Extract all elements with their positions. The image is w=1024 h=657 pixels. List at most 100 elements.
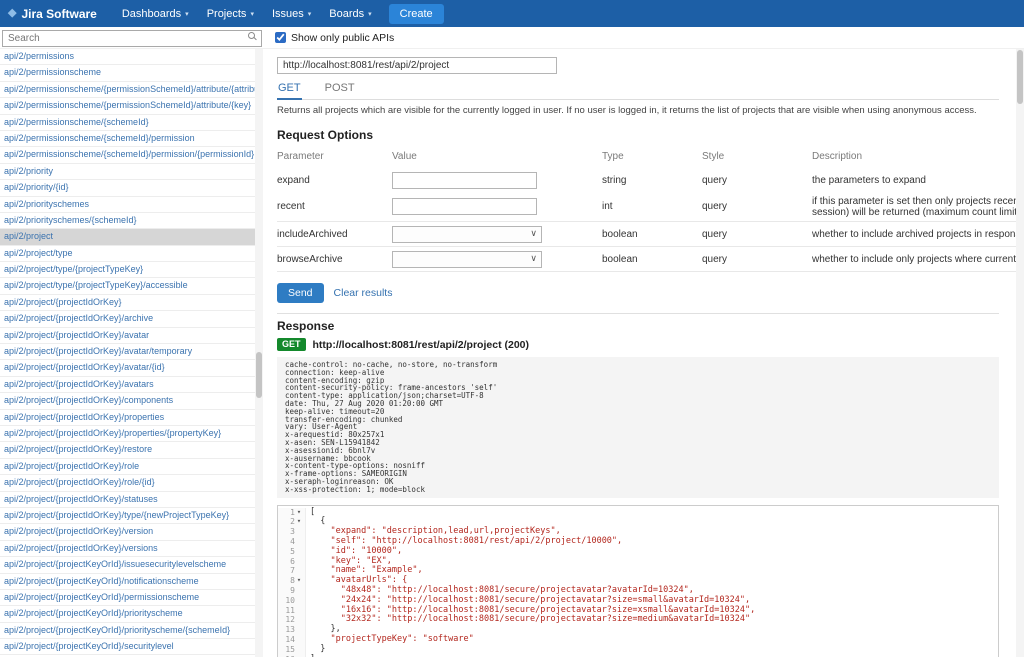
send-row: Send Clear results [277, 283, 1016, 303]
sidebar-scrollbar[interactable] [255, 49, 263, 657]
sidebar-item[interactable]: api/2/project/{projectIdOrKey}/versions [0, 541, 255, 558]
sidebar-item[interactable]: api/2/permissionscheme/{permissionScheme… [0, 82, 255, 99]
sidebar-item[interactable]: api/2/project/type [0, 246, 255, 263]
sidebar-item[interactable]: api/2/priorityschemes/{schemeId} [0, 213, 255, 230]
response-section: Response GET http://localhost:8081/rest/… [277, 313, 999, 657]
sidebar-item[interactable]: api/2/project/{projectIdOrKey}/archive [0, 311, 255, 328]
public-apis-toggle: Show only public APIs [275, 32, 394, 44]
search-input[interactable] [2, 30, 262, 47]
sidebar-item[interactable]: api/2/permissions [0, 49, 255, 66]
fold-toggle-icon[interactable]: ▾ [295, 508, 303, 518]
response-title: Response [277, 319, 335, 333]
response-body: 1 ▾[2 ▾ {3 "expand": "description,lead,url… [277, 504, 999, 657]
line-number-gutter: 13 [278, 625, 306, 635]
jira-logo[interactable]: ◆ Jira Software [8, 7, 97, 21]
page-scrollbar-thumb[interactable] [1017, 50, 1023, 104]
param-row: includeArchived ∨ boolean query whether to i… [277, 222, 1016, 247]
param-value-select[interactable] [392, 250, 542, 268]
sidebar-item[interactable]: api/2/project/type/{projectTypeKey}/acce… [0, 278, 255, 295]
sidebar-item[interactable]: api/2/project/{projectIdOrKey}/avatar/te… [0, 344, 255, 361]
line-number: 7 [290, 566, 295, 576]
sidebar-list: api/2/permissions api/2/permissionscheme a… [0, 49, 255, 657]
json-code-text: "projectTypeKey": "software" [310, 633, 474, 644]
send-button[interactable]: Send [277, 283, 324, 303]
sidebar-item[interactable]: api/2/project/{projectKeyOrId}/securityl… [0, 639, 255, 656]
line-number: 9 [290, 585, 295, 595]
sidebar-item[interactable]: api/2/project/{projectIdOrKey}/avatars [0, 377, 255, 394]
sidebar-item[interactable]: api/2/project/{projectKeyOrId}/prioritys… [0, 623, 255, 640]
tab-post[interactable]: POST [324, 82, 356, 99]
json-code-text: "32x32": "http://localhost:8081/secure/p… [310, 614, 751, 625]
sidebar-item[interactable]: api/2/project/{projectIdOrKey}/role [0, 459, 255, 476]
sidebar-item[interactable]: api/2/permissionscheme/{schemeId}/permis… [0, 131, 255, 148]
column-header: Style [702, 151, 725, 162]
param-style: query [702, 228, 728, 240]
nav-menu-boards[interactable]: Boards ▾ [320, 0, 380, 27]
line-number-gutter: 11 [278, 605, 306, 616]
param-value-input[interactable] [392, 171, 537, 189]
column-header: Value [392, 151, 417, 162]
sidebar-item[interactable]: api/2/permissionscheme [0, 65, 255, 82]
line-number-gutter: 15 [278, 644, 306, 655]
method-tabs: GET POST [277, 82, 999, 100]
fold-toggle-icon[interactable]: ▾ [295, 576, 303, 586]
tab-get[interactable]: GET [277, 82, 302, 100]
sidebar-item[interactable]: api/2/permissionscheme/{permissionScheme… [0, 98, 255, 115]
fold-toggle-icon[interactable]: ▾ [295, 517, 303, 527]
create-button[interactable]: Create [388, 3, 444, 24]
param-row: browseArchive ∨ boolean query whether to inc… [277, 247, 1016, 272]
endpoint-description: Returns all projects which are visible f… [277, 106, 977, 116]
param-value-input[interactable] [392, 198, 537, 215]
sidebar-item[interactable]: api/2/project/type/{projectTypeKey} [0, 262, 255, 279]
sidebar-item[interactable]: api/2/project [0, 229, 255, 246]
param-value-select[interactable] [392, 225, 542, 243]
sidebar-item[interactable]: api/2/project/{projectIdOrKey}/propertie… [0, 426, 255, 443]
response-status: GET http://localhost:8081/rest/api/2/pro… [277, 338, 999, 351]
nav-menu-projects[interactable]: Projects ▾ [198, 0, 263, 27]
page-scrollbar[interactable] [1016, 49, 1024, 657]
param-value-cell: ∨ [392, 250, 602, 268]
response-header-line: x-asen: SEN-L15941842 [285, 437, 380, 447]
line-number-gutter: 3 [278, 527, 306, 537]
sidebar-item[interactable]: api/2/priority [0, 164, 255, 181]
param-name: includeArchived [277, 228, 348, 240]
sidebar-item[interactable]: api/2/permissionscheme/{schemeId}/permis… [0, 147, 255, 164]
clear-results-link[interactable]: Clear results [334, 287, 393, 299]
chevron-down-icon: ▾ [250, 10, 254, 18]
sidebar-item[interactable]: api/2/project/{projectIdOrKey} [0, 295, 255, 312]
response-header-line: x-xss-protection: 1; mode=block [285, 484, 425, 494]
top-navbar: ◆ Jira Software Dashboards ▾ Projects ▾ Issu… [0, 0, 1024, 27]
sidebar-item[interactable]: api/2/project/{projectKeyOrId}/notificat… [0, 574, 255, 590]
sidebar-scrollbar-thumb[interactable] [256, 352, 262, 398]
param-style: query [702, 201, 728, 212]
sidebar-item[interactable]: api/2/project/{projectKeyOrId}/issuesecu… [0, 557, 255, 574]
sidebar-item[interactable]: api/2/project/{projectIdOrKey}/statuses [0, 492, 255, 508]
body-row: api/2/permissions api/2/permissionscheme a… [0, 49, 1024, 657]
sidebar-item[interactable]: api/2/project/{projectIdOrKey}/avatar/{i… [0, 360, 255, 377]
sidebar-item[interactable]: api/2/project/{projectIdOrKey}/component… [0, 393, 255, 410]
sidebar-item[interactable]: api/2/project/{projectKeyOrId}/prioritys… [0, 606, 255, 623]
param-description: the parameters to expand [812, 174, 926, 186]
public-apis-checkbox[interactable] [275, 32, 286, 43]
sidebar-item[interactable]: api/2/project/{projectIdOrKey}/restore [0, 442, 255, 459]
line-number-gutter: 2 ▾ [278, 517, 306, 528]
response-header-line: cache-control: no-cache, no-store, no-tr… [285, 360, 498, 369]
nav-menu-issues[interactable]: Issues ▾ [263, 0, 320, 27]
sidebar-item[interactable]: api/2/project/{projectIdOrKey}/version [0, 524, 255, 541]
sidebar-item[interactable]: api/2/project/{projectKeyOrId}/permissio… [0, 590, 255, 607]
response-headers: cache-control: no-cache, no-store, no-tr… [277, 357, 999, 498]
param-value-select-wrap: ∨ [392, 225, 542, 243]
sidebar-item[interactable]: api/2/project/{projectIdOrKey}/type/{new… [0, 508, 255, 525]
sidebar-item[interactable]: api/2/project/{projectIdOrKey}/propertie… [0, 410, 255, 426]
param-row: expand string query the parameters to expan… [277, 168, 1016, 192]
sidebar-item[interactable]: api/2/permissionscheme/{schemeId} [0, 115, 255, 131]
navbar-menus: Dashboards ▾ Projects ▾ Issues ▾ Boards ▾ [113, 0, 381, 27]
line-number: 5 [290, 546, 295, 556]
sidebar-item[interactable]: api/2/project/{projectIdOrKey}/role/{id} [0, 475, 255, 492]
sidebar-item[interactable]: api/2/project/{projectIdOrKey}/avatar [0, 328, 255, 345]
sidebar-item[interactable]: api/2/priorityschemes [0, 197, 255, 213]
sidebar-item[interactable]: api/2/priority/{id} [0, 180, 255, 197]
request-url-input[interactable] [277, 57, 557, 74]
column-header: Type [602, 151, 624, 162]
nav-menu-dashboards[interactable]: Dashboards ▾ [113, 0, 198, 27]
